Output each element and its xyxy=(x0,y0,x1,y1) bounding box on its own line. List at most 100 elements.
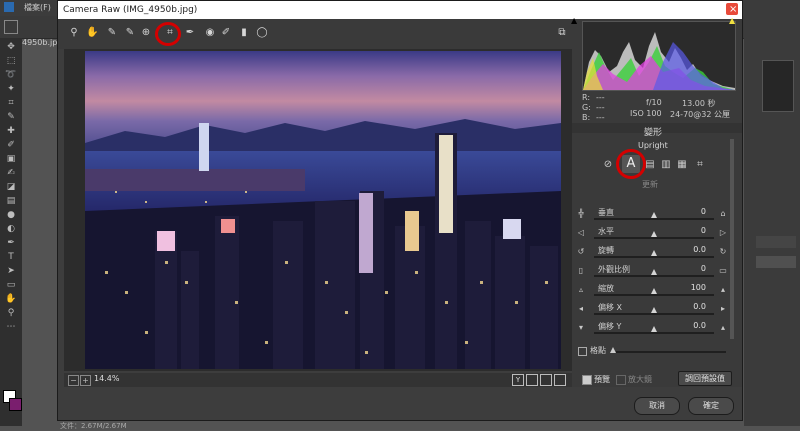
slider-track[interactable] xyxy=(594,307,714,315)
slider-track[interactable] xyxy=(594,326,714,334)
layers-panel-row[interactable] xyxy=(756,236,796,248)
shadow-clip-icon[interactable]: ▲ xyxy=(571,16,577,25)
ok-button[interactable]: 確定 xyxy=(688,397,734,415)
eyedropper-tool-icon[interactable]: ✎ xyxy=(4,112,18,122)
red-eye-icon[interactable]: ◉ xyxy=(204,27,216,39)
b-label: B: xyxy=(582,113,591,122)
overlay-label: 放大鏡 xyxy=(628,375,652,384)
color-sampler-icon[interactable]: ✎ xyxy=(124,27,136,39)
slider-thumb[interactable] xyxy=(651,212,657,218)
gradient-tool-icon[interactable]: ▤ xyxy=(4,196,18,206)
slider-value[interactable]: 0 xyxy=(676,226,706,235)
preview-status-bar: − + 14.4% Y xyxy=(64,373,572,387)
healing-tool-icon[interactable]: ✚ xyxy=(4,126,18,136)
menu-file[interactable]: 檔案(F) xyxy=(24,2,51,13)
slider-thumb[interactable] xyxy=(651,250,657,256)
grid-slider-track[interactable] xyxy=(616,351,726,353)
move-tool-icon[interactable]: ✥ xyxy=(4,42,18,52)
zoom-level[interactable]: 14.4% xyxy=(94,374,119,383)
upright-off-icon[interactable]: ⊘ xyxy=(602,159,614,171)
slider-thumb[interactable] xyxy=(651,307,657,313)
panel-scrollbar[interactable] xyxy=(730,139,734,339)
background-color-swatch[interactable] xyxy=(9,398,22,411)
highlight-clip-icon[interactable]: ▲ xyxy=(729,16,735,25)
white-balance-icon[interactable]: ✎ xyxy=(106,27,118,39)
dodge-tool-icon[interactable]: ◐ xyxy=(4,224,18,234)
options-tool-icon[interactable] xyxy=(4,20,18,34)
slider-value[interactable]: 0.0 xyxy=(676,245,706,254)
zoom-icon[interactable]: ⚲ xyxy=(68,27,80,39)
slider-left-icon: ◁ xyxy=(577,228,585,237)
brush-tool-icon[interactable]: ✐ xyxy=(4,140,18,150)
preview-photo[interactable] xyxy=(85,51,561,369)
slider-value[interactable]: 0.0 xyxy=(676,321,706,330)
graduated-filter-icon[interactable]: ▮ xyxy=(238,27,250,39)
path-select-icon[interactable]: ➤ xyxy=(4,266,18,276)
histogram-graph xyxy=(583,32,735,90)
grid-slider-thumb[interactable] xyxy=(610,347,616,353)
slider-label: 縮放 xyxy=(598,284,614,293)
zoom-in-button[interactable]: + xyxy=(80,375,91,386)
overlay-checkbox[interactable] xyxy=(616,375,626,385)
preview-area[interactable] xyxy=(64,49,572,371)
lasso-tool-icon[interactable]: ➰ xyxy=(4,70,18,80)
marquee-tool-icon[interactable]: ⬚ xyxy=(4,56,18,66)
reset-defaults-button[interactable]: 調回預設值 xyxy=(678,371,732,386)
target-adjust-icon[interactable]: ⊕ xyxy=(140,27,152,39)
slider-offset-y[interactable]: ▾ 偏移 Y 0.0 ▴ xyxy=(576,321,734,335)
eraser-tool-icon[interactable]: ◪ xyxy=(4,182,18,192)
slider-aspect[interactable]: ▯ 外觀比例 0 ▭ xyxy=(576,264,734,278)
slider-track[interactable] xyxy=(594,212,714,220)
slider-track[interactable] xyxy=(594,231,714,239)
dialog-titlebar: Camera Raw (IMG_4950b.jpg) × xyxy=(58,1,742,19)
magic-wand-icon[interactable]: ✦ xyxy=(4,84,18,94)
crop-tool-icon[interactable]: ⌗ xyxy=(4,98,18,108)
before-after-toggle[interactable]: Y xyxy=(512,374,524,386)
hand-tool-icon[interactable]: ✋ xyxy=(4,294,18,304)
zoom-tool-icon[interactable]: ⚲ xyxy=(4,308,18,318)
slider-thumb[interactable] xyxy=(651,269,657,275)
zoom-out-button[interactable]: − xyxy=(68,375,79,386)
toggle-settings-icon[interactable] xyxy=(554,374,566,386)
adjustment-brush-icon[interactable]: ✐ xyxy=(220,27,232,39)
shape-tool-icon[interactable]: ▭ xyxy=(4,280,18,290)
slider-value[interactable]: 100 xyxy=(676,283,706,292)
preview-checkbox[interactable] xyxy=(582,375,592,385)
blur-tool-icon[interactable]: ● xyxy=(4,210,18,220)
fullscreen-icon[interactable]: ⧉ xyxy=(556,27,568,39)
swap-settings-icon[interactable] xyxy=(526,374,538,386)
history-brush-icon[interactable]: ✍ xyxy=(4,168,18,178)
slider-track[interactable] xyxy=(594,288,714,296)
slider-thumb[interactable] xyxy=(651,326,657,332)
grid-checkbox[interactable] xyxy=(578,347,587,356)
slider-track[interactable] xyxy=(594,250,714,258)
slider-horizontal[interactable]: ◁ 水平 0 ▷ xyxy=(576,226,734,240)
spot-removal-icon[interactable]: ✒ xyxy=(184,27,196,39)
stamp-tool-icon[interactable]: ▣ xyxy=(4,154,18,164)
upright-guided-icon[interactable]: ⌗ xyxy=(694,159,706,171)
upright-vertical-icon[interactable]: ▥ xyxy=(660,159,672,171)
close-button[interactable]: × xyxy=(726,3,738,15)
slider-value[interactable]: 0 xyxy=(676,207,706,216)
slider-value[interactable]: 0.0 xyxy=(676,302,706,311)
slider-rotate[interactable]: ↺ 旋轉 0.0 ↻ xyxy=(576,245,734,259)
slider-value[interactable]: 0 xyxy=(676,264,706,273)
radial-filter-icon[interactable]: ◯ xyxy=(256,27,268,39)
cancel-button[interactable]: 取消 xyxy=(634,397,680,415)
slider-right-icon: ⌂ xyxy=(720,209,726,218)
type-tool-icon[interactable]: T xyxy=(4,252,18,262)
upright-full-icon[interactable]: ▦ xyxy=(676,159,688,171)
slider-vertical[interactable]: ╬ 垂直 0 ⌂ xyxy=(576,207,734,221)
pen-tool-icon[interactable]: ✒ xyxy=(4,238,18,248)
hand-icon[interactable]: ✋ xyxy=(86,27,98,39)
more-tools-icon[interactable]: ⋯ xyxy=(4,322,18,332)
update-link[interactable]: 更新 xyxy=(642,179,658,190)
slider-scale[interactable]: ▵ 縮放 100 ▴ xyxy=(576,283,734,297)
slider-offset-x[interactable]: ◂ 偏移 X 0.0 ▸ xyxy=(576,302,734,316)
slider-label: 水平 xyxy=(598,227,614,236)
copy-settings-icon[interactable] xyxy=(540,374,552,386)
slider-track[interactable] xyxy=(594,269,714,277)
slider-thumb[interactable] xyxy=(651,288,657,294)
layers-panel-row[interactable] xyxy=(756,256,796,268)
slider-thumb[interactable] xyxy=(651,231,657,237)
